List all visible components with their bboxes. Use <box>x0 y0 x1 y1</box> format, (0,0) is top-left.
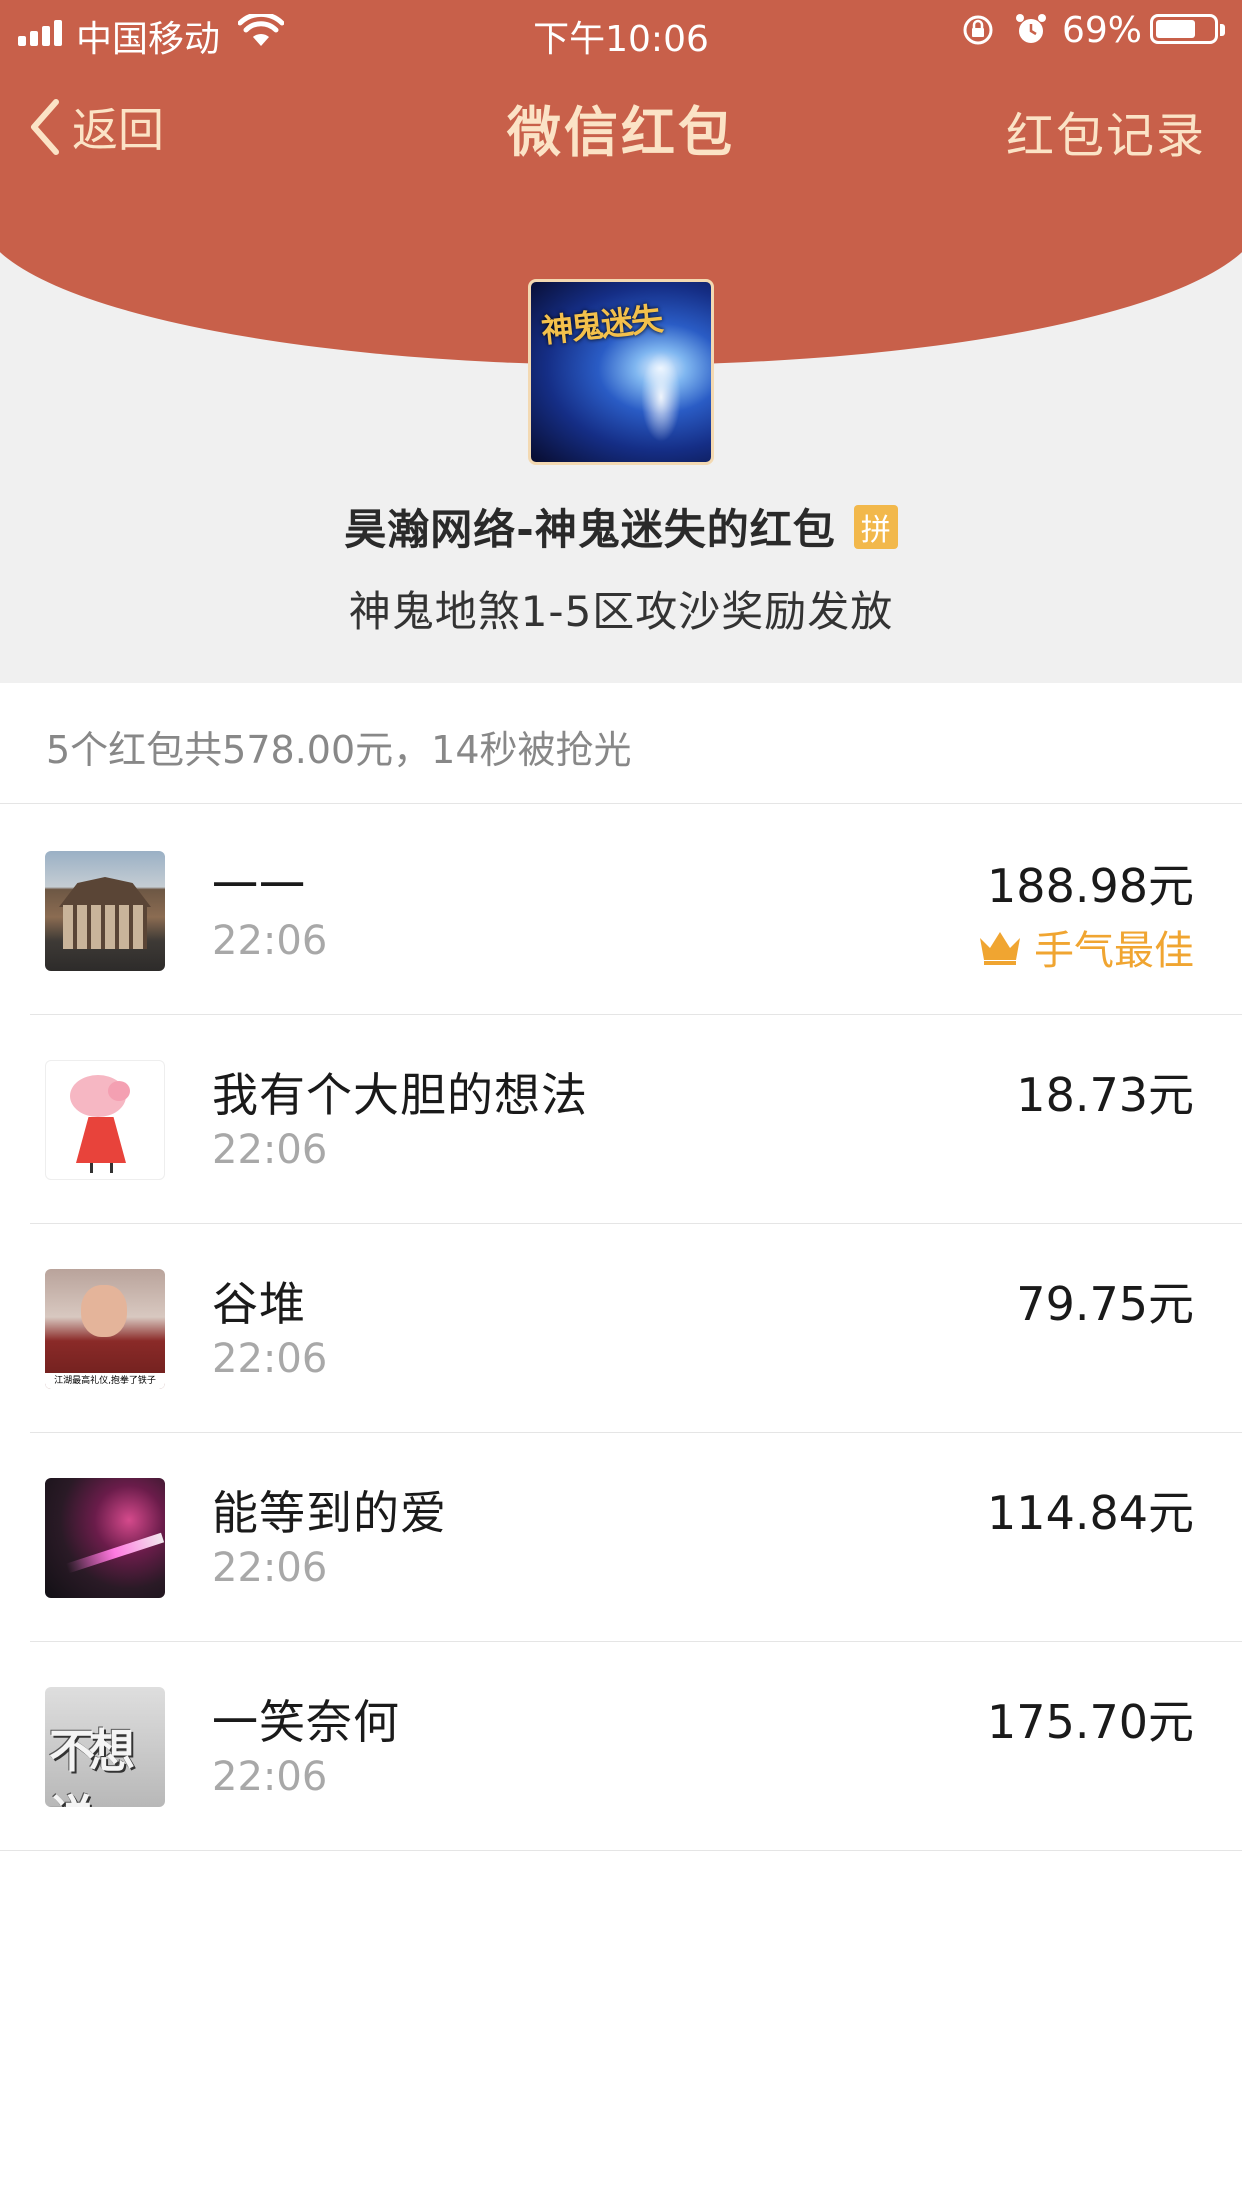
red-packet-records-button[interactable]: 红包记录 <box>1006 96 1206 166</box>
recipient-name: 能等到的爱 <box>212 1486 447 1540</box>
best-luck-text: 手气最佳 <box>1034 928 1194 974</box>
clock: 下午10:06 <box>533 19 709 60</box>
list-item[interactable]: 不想说 一笑奈何 22:06 175.70元 <box>0 1642 1242 1851</box>
avatar-art-text: 不想说 <box>49 1724 135 1807</box>
amount: 18.73元 <box>1016 1068 1194 1122</box>
avatar[interactable] <box>45 851 165 971</box>
best-luck-label: 手气最佳 <box>976 918 1194 976</box>
avatar[interactable] <box>45 1478 165 1598</box>
amount: 188.98元 <box>987 859 1194 913</box>
header-area: 中国移动 下午10:06 69% 返回 微信红包 红包记录 神鬼迷失 昊瀚网络-… <box>0 0 1242 683</box>
red-packet-greeting: 神鬼地煞1-5区攻沙奖励发放 <box>348 587 894 636</box>
amount: 114.84元 <box>987 1486 1194 1540</box>
receive-time: 22:06 <box>212 1336 328 1382</box>
pin-badge: 拼 <box>853 504 898 549</box>
avatar[interactable] <box>45 1060 165 1180</box>
recipient-name: 一笑奈何 <box>212 1695 400 1749</box>
alarm-icon <box>1016 14 1046 43</box>
recipient-list: 一一 22:06 188.98元 手气最佳 我有个大胆的想法 22:06 18.… <box>0 806 1242 1851</box>
sender-name: 昊瀚网络-神鬼迷失的红包 <box>344 505 836 554</box>
recipient-name: 谷堆 <box>212 1277 306 1331</box>
summary-bar: 5个红包共578.00元，14秒被抢光 <box>0 683 1242 804</box>
avatar-caption: 江湖最高礼仪,抱拳了铁子 <box>45 1373 165 1389</box>
rotation-lock-icon <box>963 15 993 45</box>
battery-icon <box>1150 14 1218 44</box>
avatar[interactable]: 江湖最高礼仪,抱拳了铁子 <box>45 1269 165 1389</box>
receive-time: 22:06 <box>212 918 328 964</box>
amount: 175.70元 <box>987 1695 1194 1749</box>
receive-time: 22:06 <box>212 1754 328 1800</box>
crown-icon <box>980 932 1020 965</box>
list-item[interactable]: 能等到的爱 22:06 114.84元 <box>30 1433 1242 1642</box>
battery-percent: 69% <box>1062 10 1143 51</box>
sender-avatar-art: 神鬼迷失 <box>539 299 663 351</box>
recipient-name: 我有个大胆的想法 <box>212 1068 588 1122</box>
status-bar: 中国移动 下午10:06 69% <box>0 0 1242 60</box>
sender-name-row: 昊瀚网络-神鬼迷失的红包 拼 <box>0 496 1242 557</box>
list-item[interactable]: 一一 22:06 188.98元 手气最佳 <box>30 806 1242 1015</box>
avatar[interactable]: 不想说 <box>45 1687 165 1807</box>
summary-text: 5个红包共578.00元，14秒被抢光 <box>46 728 632 772</box>
battery-nub <box>1220 24 1225 36</box>
amount: 79.75元 <box>1016 1277 1194 1331</box>
list-item[interactable]: 我有个大胆的想法 22:06 18.73元 <box>30 1015 1242 1224</box>
recipient-name: 一一 <box>212 859 306 913</box>
sender-avatar[interactable]: 神鬼迷失 <box>528 279 714 465</box>
receive-time: 22:06 <box>212 1127 328 1173</box>
list-item[interactable]: 江湖最高礼仪,抱拳了铁子 谷堆 22:06 79.75元 <box>30 1224 1242 1433</box>
receive-time: 22:06 <box>212 1545 328 1591</box>
